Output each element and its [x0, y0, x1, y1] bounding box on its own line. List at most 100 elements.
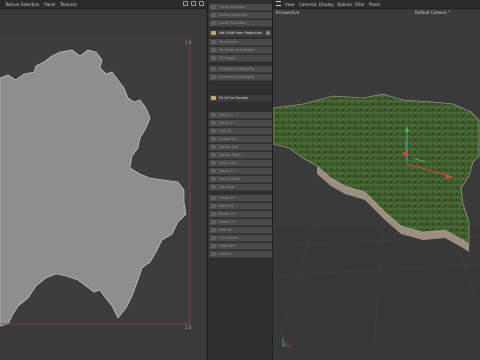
cmd-item-10[interactable]: Mirror U [209, 112, 272, 119]
uv-island-svg [0, 38, 191, 327]
command-icon [211, 244, 216, 248]
cmd-item-11[interactable]: Mirror V [209, 120, 272, 127]
cmd-item-24[interactable]: Sew UV [209, 227, 272, 234]
cmd-label-4: Fit Canvas [219, 40, 238, 44]
viewport-header: Perspective Default Camera ° [273, 9, 480, 16]
command-icon [211, 21, 216, 25]
menu-panel-vp[interactable]: Panel [369, 2, 380, 7]
command-icon [211, 129, 216, 133]
cmd-item-5[interactable]: Fit Width and Height [209, 47, 272, 54]
cmd-item-4[interactable]: Fit Canvas [209, 39, 272, 46]
cmd-label-0: Grow Selection [219, 5, 246, 9]
cmd-item-8[interactable]: Interactive Mapping [209, 74, 272, 81]
cmd-label-7: Interactive Mapping [219, 67, 254, 71]
command-icon [211, 220, 216, 224]
command-icon [211, 252, 216, 256]
cmd-item-18[interactable]: Pack Islands [209, 176, 272, 183]
command-icon [211, 196, 216, 200]
cmd-label-2: Invert Selection [219, 21, 247, 25]
viewport-scene [273, 16, 480, 360]
command-icon [211, 161, 216, 165]
cmd-label-11: Mirror V [219, 121, 233, 125]
cmd-item-3[interactable]: Set UVW from Projection [209, 30, 272, 37]
command-icon [211, 121, 216, 125]
view-menu-icon[interactable] [276, 1, 281, 6]
cmd-label-15: Rotate Right [219, 153, 241, 157]
cmd-item-16[interactable]: Align Grid [209, 160, 272, 167]
command-icon [211, 67, 216, 71]
cmd-label-19: Equalize [219, 185, 234, 189]
cmd-label-13: Straighten [219, 137, 238, 141]
cmd-label-3: Set UVW from Projection [219, 31, 262, 35]
cmd-label-27: Layout [219, 252, 231, 256]
cmd-item-6[interactable]: Fit Image [209, 55, 272, 62]
cmd-label-12: Flip UV [219, 129, 232, 133]
menu-options[interactable]: Options [337, 2, 352, 7]
cmd-item-27[interactable]: Layout [209, 251, 272, 258]
viewport-menubar: View Cameras Display Options Filter Pane… [273, 0, 480, 9]
cmd-label-22: Break UV [219, 212, 236, 216]
gizmo-center [403, 152, 407, 156]
menu-view[interactable]: View [285, 2, 295, 7]
cmd-item-1[interactable]: Shrink Selection [209, 12, 272, 19]
command-icon [211, 31, 216, 35]
menu-cameras[interactable]: Cameras [299, 2, 317, 7]
more-options-icon[interactable] [266, 31, 270, 35]
cmd-item-13[interactable]: Straighten [209, 136, 272, 143]
cmd-item-21[interactable]: Weld UV [209, 203, 272, 210]
cmd-item-15[interactable]: Rotate Right [209, 152, 272, 159]
command-icon [211, 177, 216, 181]
cmd-label-21: Weld UV [219, 204, 234, 208]
cmd-label-20: Close UV [219, 196, 235, 200]
command-icon [211, 48, 216, 52]
cmd-item-25[interactable]: Cut Seams [209, 235, 272, 242]
cmd-label-6: Fit Image [219, 56, 236, 60]
cmd-item-26[interactable]: Optimize [209, 243, 272, 250]
cmd-label-5: Fit Width and Height [219, 48, 255, 52]
cmd-item-14[interactable]: Rotate Left [209, 144, 272, 151]
menu-display[interactable]: Display [319, 2, 334, 7]
command-icon [211, 236, 216, 240]
cmd-label-16: Align Grid [219, 161, 237, 165]
cmd-item-9[interactable]: Fit UV to Canvas [209, 95, 272, 102]
command-icon [211, 185, 216, 189]
cmd-item-12[interactable]: Flip UV [209, 128, 272, 135]
cmd-label-1: Shrink Selection [219, 13, 248, 17]
command-icon [211, 5, 216, 9]
cmd-label-14: Rotate Left [219, 145, 239, 149]
commands-palette: Grow Selection Shrink Selection Invert S… [207, 0, 273, 360]
cmd-label-23: Stitch UV [219, 220, 236, 224]
menu-filter[interactable]: Filter [355, 2, 365, 7]
cmd-item-0[interactable]: Grow Selection [209, 4, 272, 11]
command-icon [211, 153, 216, 157]
command-icon [211, 96, 216, 100]
cmd-item-23[interactable]: Stitch UV [209, 219, 272, 226]
cmd-label-18: Pack Islands [219, 177, 241, 181]
cmd-item-2[interactable]: Invert Selection [209, 20, 272, 27]
cmd-item-22[interactable]: Break UV [209, 211, 272, 218]
viewport-mode-label: Perspective [276, 10, 300, 15]
command-icon [211, 169, 216, 173]
cmd-label-24: Sew UV [219, 228, 233, 232]
command-icon [211, 13, 216, 17]
cmd-label-26: Optimize [219, 244, 235, 248]
command-icon [211, 145, 216, 149]
command-icon [211, 40, 216, 44]
cmd-item-19[interactable]: Equalize [209, 184, 272, 191]
command-icon [211, 137, 216, 141]
cmd-label-8: Interactive Mapping [219, 75, 254, 79]
cmd-item-7[interactable]: Interactive Mapping [209, 66, 272, 73]
cmd-label-10: Mirror U [219, 113, 233, 117]
cmd-item-20[interactable]: Close UV [209, 195, 272, 202]
command-icon [211, 113, 216, 117]
command-icon [211, 204, 216, 208]
cmd-label-17: Relax UV [219, 169, 235, 173]
cmd-label-9: Fit UV to Canvas [219, 96, 248, 100]
cmd-item-17[interactable]: Relax UV [209, 168, 272, 175]
cmd-label-25: Cut Seams [219, 236, 238, 240]
viewport-camera-label[interactable]: Default Camera ° [415, 10, 450, 15]
uv-island-shape [0, 49, 187, 327]
command-icon [211, 212, 216, 216]
command-icon [211, 75, 216, 79]
command-icon [211, 56, 216, 60]
